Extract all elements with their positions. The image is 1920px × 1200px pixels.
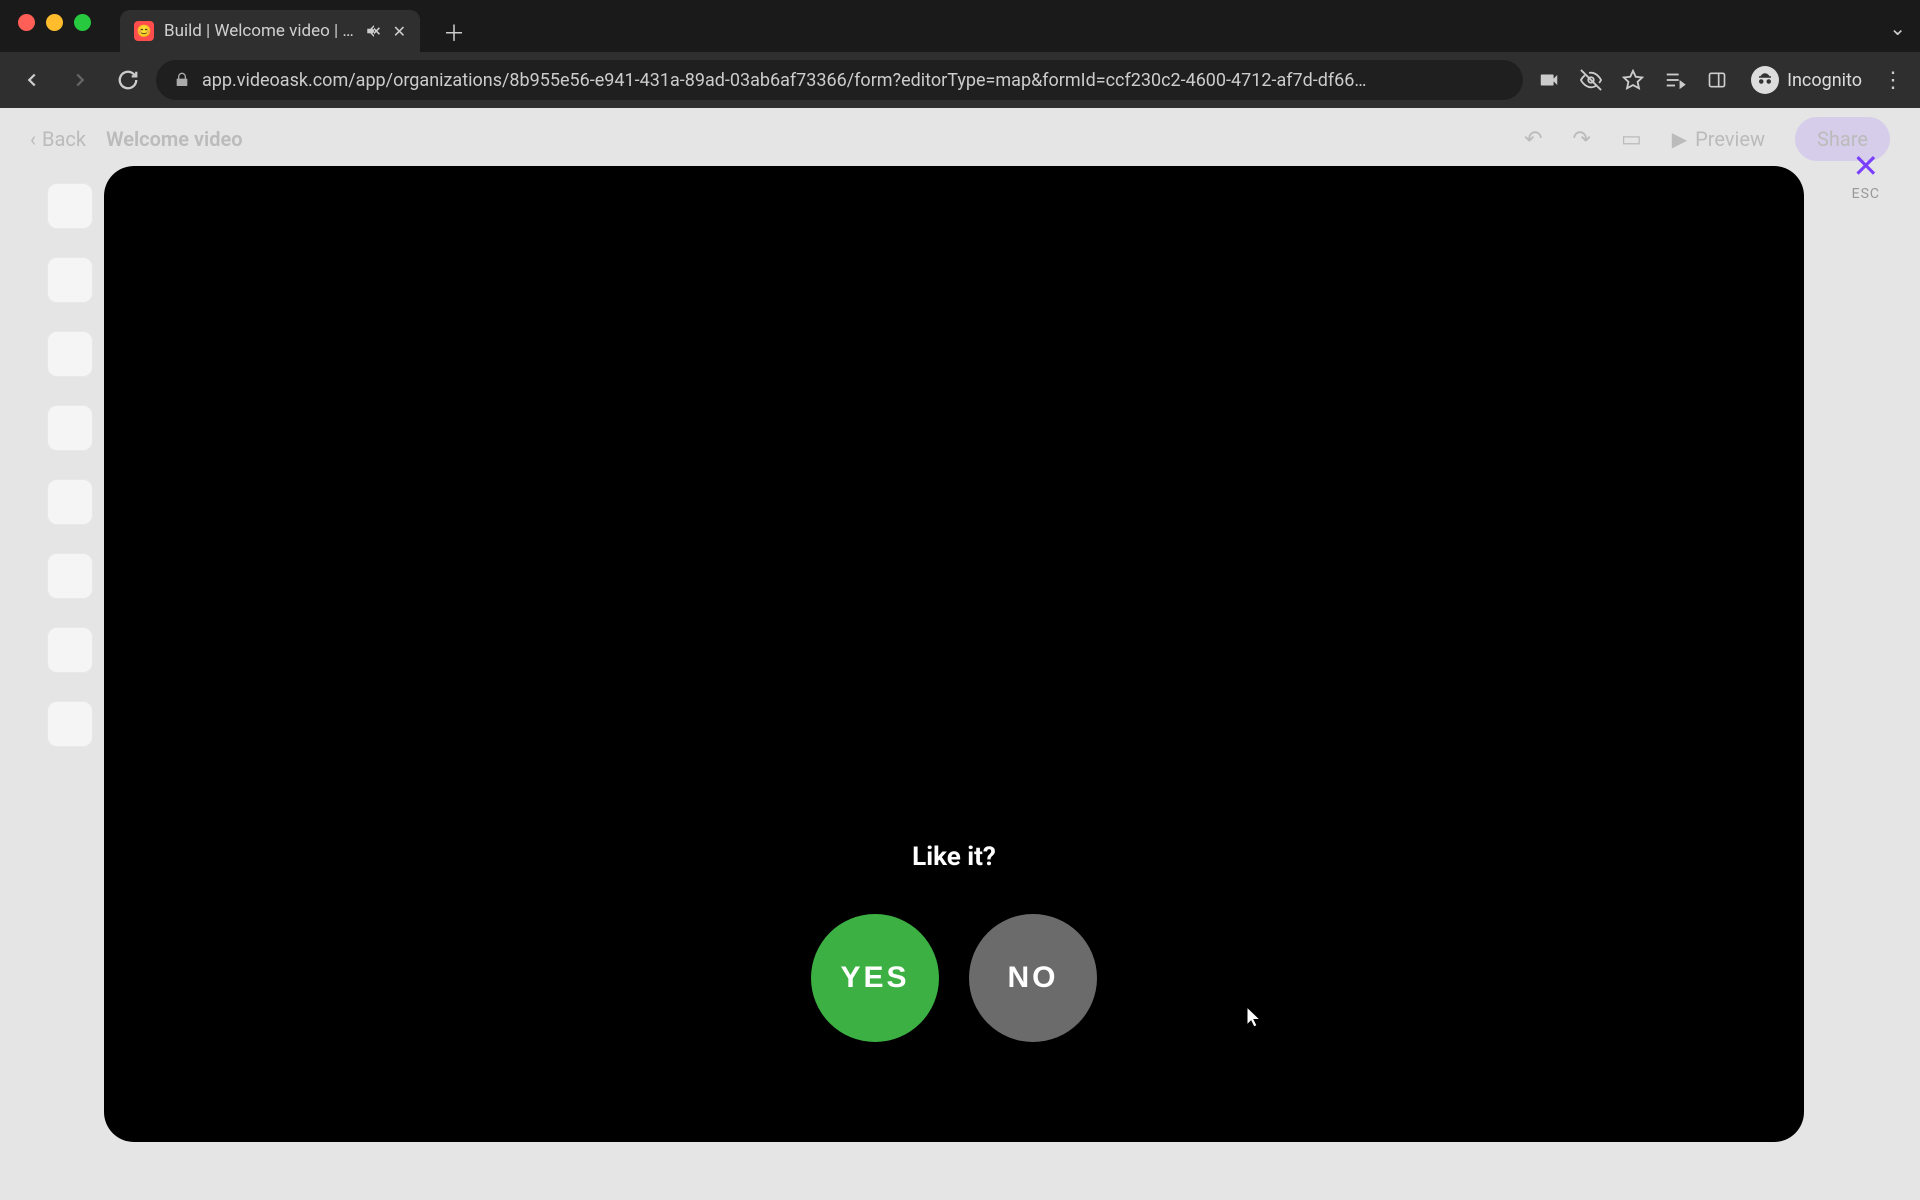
toolbar-right: Incognito ⋮	[1531, 62, 1908, 98]
prompt-text: Like it?	[912, 842, 996, 872]
playlist-icon[interactable]	[1657, 62, 1693, 98]
window-controls	[18, 14, 91, 31]
browser-tab-bar: 😊 Build | Welcome video | Vid ✕ ＋ ⌄	[0, 0, 1920, 52]
url-text: app.videoask.com/app/organizations/8b955…	[202, 70, 1505, 91]
window-close-icon[interactable]	[18, 14, 35, 31]
sidebar-item[interactable]	[47, 553, 93, 599]
star-icon[interactable]	[1615, 62, 1651, 98]
sidebar-item[interactable]	[47, 257, 93, 303]
nav-forward-button[interactable]	[60, 60, 100, 100]
incognito-badge[interactable]: Incognito	[1741, 62, 1872, 98]
preview-modal: Like it? YES NO	[104, 166, 1804, 1142]
close-modal[interactable]: ✕ ESC	[1852, 150, 1880, 202]
nav-back-button[interactable]	[12, 60, 52, 100]
app-header: ‹ Back Welcome video ↶ ↷ ▭ ▶ Preview Sha…	[0, 108, 1920, 170]
incognito-label: Incognito	[1787, 70, 1862, 91]
chevron-left-icon: ‹	[30, 127, 36, 151]
window-minimize-icon[interactable]	[46, 14, 63, 31]
sidebar-item[interactable]	[47, 627, 93, 673]
incognito-icon	[1751, 66, 1779, 94]
browser-toolbar: app.videoask.com/app/organizations/8b955…	[0, 52, 1920, 108]
favicon-icon: 😊	[134, 21, 154, 41]
url-bar[interactable]: app.videoask.com/app/organizations/8b955…	[156, 60, 1523, 100]
sidebar-item[interactable]	[47, 183, 93, 229]
tab-close-icon[interactable]: ✕	[393, 22, 406, 41]
preview-label: Preview	[1695, 127, 1765, 151]
no-button[interactable]: NO	[969, 914, 1097, 1042]
embed-icon[interactable]: ▭	[1621, 127, 1642, 152]
chevron-down-icon: ⌄	[1889, 16, 1906, 40]
back-label: Back	[42, 127, 86, 151]
preview-button[interactable]: ▶ Preview	[1672, 127, 1765, 151]
close-icon[interactable]: ✕	[1852, 150, 1879, 182]
panel-icon[interactable]	[1699, 62, 1735, 98]
redo-icon[interactable]: ↷	[1573, 127, 1591, 152]
eye-off-icon[interactable]	[1573, 62, 1609, 98]
tab-title: Build | Welcome video | Vid	[164, 21, 355, 41]
lock-icon	[174, 72, 190, 88]
sidebar-item[interactable]	[47, 331, 93, 377]
new-tab-button[interactable]: ＋	[436, 14, 472, 50]
close-hint: ESC	[1852, 186, 1880, 202]
play-icon: ▶	[1672, 127, 1687, 151]
browser-menu-button[interactable]: ⋮	[1878, 68, 1908, 93]
page-title: Welcome video	[106, 127, 243, 151]
window-maximize-icon[interactable]	[74, 14, 91, 31]
browser-tab[interactable]: 😊 Build | Welcome video | Vid ✕	[120, 10, 420, 52]
yes-button[interactable]: YES	[811, 914, 939, 1042]
nav-reload-button[interactable]	[108, 60, 148, 100]
tab-mute-icon[interactable]	[365, 22, 383, 40]
app-back-button[interactable]: ‹ Back	[30, 127, 86, 151]
tab-bar-chevron[interactable]: ⌄	[1889, 16, 1906, 40]
sidebar	[30, 183, 110, 1170]
sidebar-item[interactable]	[47, 479, 93, 525]
undo-icon[interactable]: ↶	[1524, 127, 1542, 152]
camera-icon[interactable]	[1531, 62, 1567, 98]
sidebar-item[interactable]	[47, 405, 93, 451]
sidebar-item[interactable]	[47, 701, 93, 747]
yes-no-group: YES NO	[811, 914, 1097, 1042]
